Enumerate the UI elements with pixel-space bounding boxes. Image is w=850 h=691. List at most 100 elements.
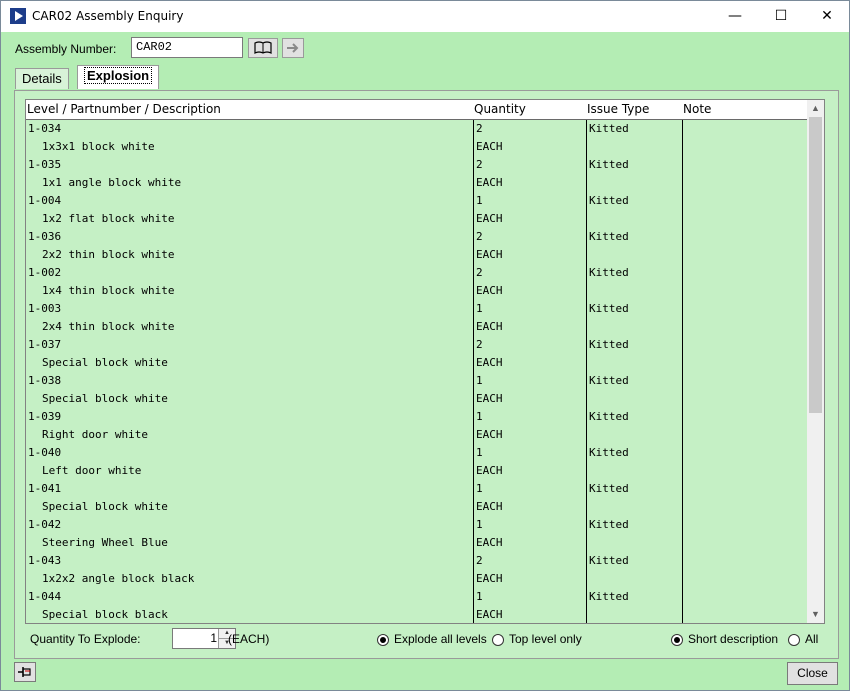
table-row[interactable]: Left door white EACH bbox=[26, 462, 807, 480]
table-row[interactable]: 1-043 2 Kitted bbox=[26, 552, 807, 570]
table-row[interactable]: 1-042 1 Kitted bbox=[26, 516, 807, 534]
table-row[interactable]: 1x4 thin block white EACH bbox=[26, 282, 807, 300]
lookup-book-button[interactable] bbox=[248, 38, 278, 58]
level-partnumber-cell: 1-041 bbox=[28, 482, 62, 495]
table-row[interactable]: Special block black EACH bbox=[26, 606, 807, 623]
table-row[interactable]: 1-003 1 Kitted bbox=[26, 300, 807, 318]
scrollbar-thumb[interactable] bbox=[809, 117, 822, 413]
description-cell: Special block white bbox=[42, 356, 168, 369]
explode-all-label[interactable]: Explode all levels bbox=[394, 632, 487, 646]
short-description-radio[interactable] bbox=[671, 634, 683, 646]
description-cell: Special block white bbox=[42, 392, 168, 405]
tab-details[interactable]: Details bbox=[15, 68, 69, 89]
table-row[interactable]: Steering Wheel Blue EACH bbox=[26, 534, 807, 552]
explosion-grid: Level / Partnumber / Description Quantit… bbox=[25, 99, 825, 624]
scroll-down-icon[interactable]: ▼ bbox=[807, 606, 824, 623]
table-row[interactable]: 1-036 2 Kitted bbox=[26, 228, 807, 246]
column-divider bbox=[682, 120, 683, 623]
unit-cell: EACH bbox=[476, 608, 503, 621]
qty-explode-stepper[interactable]: 1 ▲ ▼ bbox=[172, 628, 236, 649]
table-row[interactable]: 1-038 1 Kitted bbox=[26, 372, 807, 390]
table-row[interactable]: 1-035 2 Kitted bbox=[26, 156, 807, 174]
table-row[interactable]: 1x3x1 block white EACH bbox=[26, 138, 807, 156]
header-quantity[interactable]: Quantity bbox=[474, 102, 526, 116]
title-bar: CAR02 Assembly Enquiry — ☐ ✕ bbox=[1, 1, 849, 32]
quantity-cell: 2 bbox=[476, 230, 483, 243]
issue-type-cell: Kitted bbox=[589, 158, 629, 171]
issue-type-cell: Kitted bbox=[589, 266, 629, 279]
column-divider bbox=[586, 120, 587, 623]
table-row[interactable]: Right door white EACH bbox=[26, 426, 807, 444]
description-cell: Special block white bbox=[42, 500, 168, 513]
grid-body: 1-034 2 Kitted 1x3x1 block white EACH 1-035 2 K… bbox=[26, 120, 807, 623]
level-partnumber-cell: 1-004 bbox=[28, 194, 62, 207]
scroll-up-icon[interactable]: ▲ bbox=[807, 100, 824, 117]
vertical-scrollbar[interactable]: ▲ ▼ bbox=[807, 100, 824, 623]
unit-cell: EACH bbox=[476, 248, 503, 261]
quantity-cell: 1 bbox=[476, 410, 483, 423]
unit-cell: EACH bbox=[476, 500, 503, 513]
description-cell: Steering Wheel Blue bbox=[42, 536, 168, 549]
quantity-cell: 1 bbox=[476, 194, 483, 207]
table-row[interactable]: Special block white EACH bbox=[26, 498, 807, 516]
unit-cell: EACH bbox=[476, 356, 503, 369]
table-row[interactable]: 1-039 1 Kitted bbox=[26, 408, 807, 426]
minimize-button[interactable]: — bbox=[712, 1, 758, 32]
level-partnumber-cell: 1-039 bbox=[28, 410, 62, 423]
pin-button[interactable] bbox=[14, 662, 36, 682]
header-note[interactable]: Note bbox=[683, 102, 711, 116]
unit-cell: EACH bbox=[476, 392, 503, 405]
tab-explosion-label: Explosion bbox=[84, 67, 153, 84]
table-row[interactable]: 2x2 thin block white EACH bbox=[26, 246, 807, 264]
description-cell: 1x1 angle block white bbox=[42, 176, 182, 189]
level-partnumber-cell: 1-040 bbox=[28, 446, 62, 459]
top-level-label[interactable]: Top level only bbox=[509, 632, 582, 646]
level-partnumber-cell: 1-036 bbox=[28, 230, 62, 243]
table-row[interactable]: Special block white EACH bbox=[26, 390, 807, 408]
table-row[interactable]: 1-040 1 Kitted bbox=[26, 444, 807, 462]
short-description-label[interactable]: Short description bbox=[688, 632, 778, 646]
close-window-button[interactable]: ✕ bbox=[804, 1, 849, 32]
table-row[interactable]: 1x1 angle block white EACH bbox=[26, 174, 807, 192]
all-description-label[interactable]: All bbox=[805, 632, 818, 646]
table-row[interactable]: 2x4 thin block white EACH bbox=[26, 318, 807, 336]
close-button[interactable]: Close bbox=[787, 662, 838, 685]
quantity-cell: 2 bbox=[476, 266, 483, 279]
level-partnumber-cell: 1-002 bbox=[28, 266, 62, 279]
all-description-radio[interactable] bbox=[788, 634, 800, 646]
level-partnumber-cell: 1-037 bbox=[28, 338, 62, 351]
level-partnumber-cell: 1-043 bbox=[28, 554, 62, 567]
table-row[interactable]: 1-002 2 Kitted bbox=[26, 264, 807, 282]
header-level[interactable]: Level / Partnumber / Description bbox=[27, 102, 221, 116]
issue-type-cell: Kitted bbox=[589, 302, 629, 315]
description-cell: 2x2 thin block white bbox=[42, 248, 175, 261]
qty-explode-label: Quantity To Explode: bbox=[30, 632, 141, 646]
explode-all-radio[interactable] bbox=[377, 634, 389, 646]
table-row[interactable]: 1-037 2 Kitted bbox=[26, 336, 807, 354]
top-level-radio[interactable] bbox=[492, 634, 504, 646]
table-row[interactable]: 1-034 2 Kitted bbox=[26, 120, 807, 138]
level-partnumber-cell: 1-042 bbox=[28, 518, 62, 531]
qty-explode-value: 1 bbox=[210, 631, 217, 645]
explosion-panel: Level / Partnumber / Description Quantit… bbox=[14, 90, 839, 659]
table-row[interactable]: 1x2 flat block white EACH bbox=[26, 210, 807, 228]
header-issue-type[interactable]: Issue Type bbox=[587, 102, 649, 116]
issue-type-cell: Kitted bbox=[589, 554, 629, 567]
tab-explosion[interactable]: Explosion bbox=[77, 65, 160, 89]
table-row[interactable]: 1-044 1 Kitted bbox=[26, 588, 807, 606]
issue-type-cell: Kitted bbox=[589, 194, 629, 207]
issue-type-cell: Kitted bbox=[589, 518, 629, 531]
table-row[interactable]: 1x2x2 angle block black EACH bbox=[26, 570, 807, 588]
unit-cell: EACH bbox=[476, 176, 503, 189]
table-row[interactable]: 1-041 1 Kitted bbox=[26, 480, 807, 498]
table-row[interactable]: Special block white EACH bbox=[26, 354, 807, 372]
description-cell: Left door white bbox=[42, 464, 142, 477]
assembly-number-input[interactable]: CAR02 bbox=[131, 37, 243, 58]
table-row[interactable]: 1-004 1 Kitted bbox=[26, 192, 807, 210]
window-content: Assembly Number: CAR02 Details Explosion… bbox=[1, 32, 849, 690]
description-cell: Special block black bbox=[42, 608, 168, 621]
maximize-button[interactable]: ☐ bbox=[758, 1, 804, 32]
issue-type-cell: Kitted bbox=[589, 446, 629, 459]
issue-type-cell: Kitted bbox=[589, 230, 629, 243]
go-arrow-button[interactable] bbox=[282, 38, 304, 58]
